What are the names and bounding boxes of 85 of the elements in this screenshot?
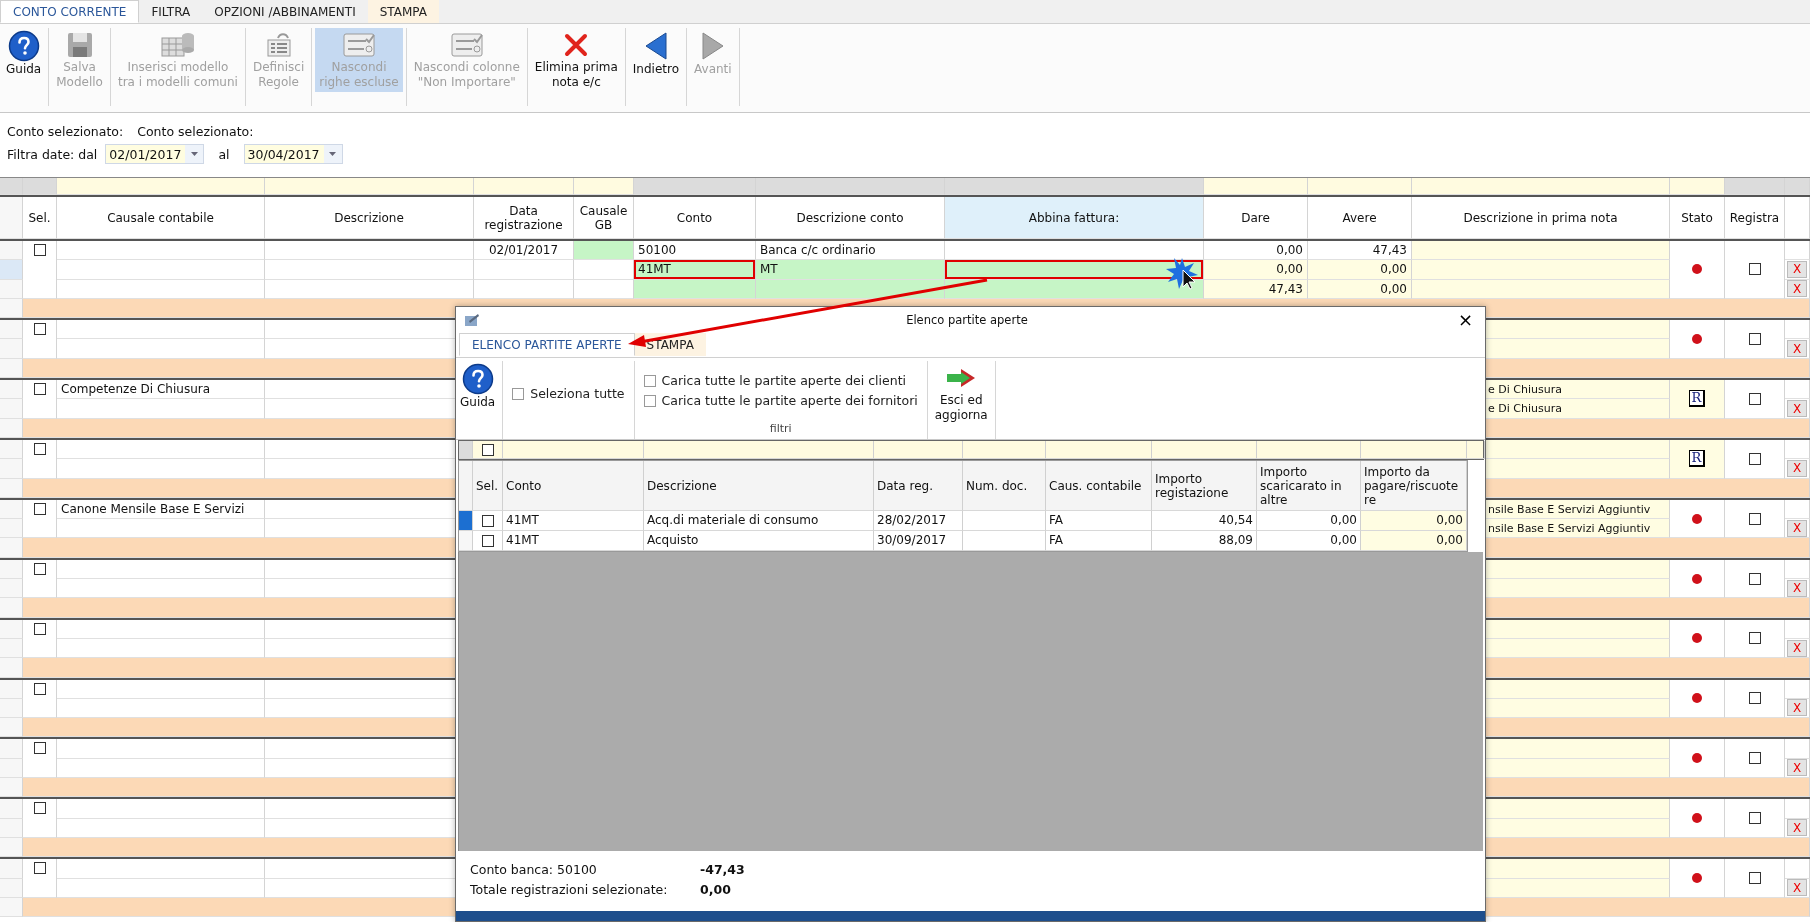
help-button[interactable]: Guida (456, 361, 500, 425)
delete-row-button[interactable]: X (1787, 459, 1807, 477)
table-cell: 41MT (503, 511, 644, 531)
table-cell: 88,09 (1152, 531, 1257, 551)
table-cell: Acq.di materiale di consumo (644, 511, 874, 531)
table-cell: 0,00 (1361, 511, 1467, 531)
status-badge: R (1688, 450, 1706, 468)
delete-row-button[interactable]: X (1787, 579, 1807, 597)
table-cell: Banca c/c ordinario (756, 241, 945, 261)
delete-row-button[interactable]: X (1787, 400, 1807, 418)
delete-row-button[interactable]: X (1787, 519, 1807, 537)
table-cell: 0,00 (1361, 531, 1467, 551)
dialog-title: Elenco partite aperte (905, 313, 1029, 327)
table-cell: 41MT (503, 531, 644, 551)
column-header[interactable]: Abbina fattura: (945, 197, 1204, 239)
column-header[interactable]: Descrizione (644, 461, 874, 511)
delete-row-button[interactable]: X (1787, 260, 1807, 278)
column-header[interactable]: Descrizione (265, 197, 474, 239)
select-all-checkbox[interactable]: Seleziona tutte (512, 386, 625, 401)
delete-row-button[interactable]: X (1787, 879, 1807, 897)
table-cell: 40,54 (1152, 511, 1257, 531)
column-header[interactable]: Importo registazione (1152, 461, 1257, 511)
footer-label: Totale registrazioni selezionate: (470, 881, 669, 897)
tab[interactable]: FILTRA (139, 0, 203, 23)
group-label: filtri (768, 422, 793, 437)
date-filter-label: Filtra date: dal (7, 146, 98, 162)
filter-checkbox[interactable]: Carica tutte le partite aperte dei fornitori (643, 393, 918, 408)
date-to-field[interactable]: 30/04/2017 (243, 144, 343, 164)
date-from-field[interactable]: 02/01/2017 (105, 144, 205, 164)
delete-row-button[interactable]: X (1787, 819, 1807, 837)
column-header[interactable]: Conto (503, 461, 644, 511)
table-cell: 30/09/2017 (874, 531, 963, 551)
delete-row-button[interactable]: X (1787, 699, 1807, 717)
tab[interactable]: CONTO CORRENTE (0, 0, 140, 23)
table-cell: 0,00 (1204, 241, 1308, 261)
column-header[interactable]: Descrizione in prima nota (1412, 197, 1670, 239)
column-header[interactable]: Stato (1670, 197, 1725, 239)
delete-row-button[interactable]: X (1787, 280, 1807, 298)
table-cell: MT (756, 260, 945, 280)
table-cell: 0,00 (1308, 279, 1412, 299)
exit-update-button[interactable]: Esci ed aggiorna (930, 361, 992, 425)
column-header[interactable]: Avere (1308, 197, 1412, 239)
filter-checkbox[interactable]: Carica tutte le partite aperte dei clienti (643, 373, 918, 388)
column-header[interactable]: Importo scaricarato in altre (1257, 461, 1361, 511)
column-header[interactable]: Conto (634, 197, 756, 239)
table-cell: 28/02/2017 (874, 511, 963, 531)
table-cell: 02/01/2017 (474, 241, 574, 261)
table-cell: 0,00 (1204, 260, 1308, 280)
delete-row-button[interactable]: X (1787, 340, 1807, 358)
date-to-label: al (218, 146, 230, 162)
table-cell: Competenze Di Chiusura (57, 380, 265, 400)
toolbar-button[interactable]: Elimina prima nota e/c (530, 28, 622, 92)
column-header[interactable]: Dare (1204, 197, 1308, 239)
column-header[interactable]: Causale GB (574, 197, 634, 239)
account-label: Conto selezionato: (137, 124, 254, 141)
column-header[interactable]: Sel. (473, 461, 503, 511)
footer-label: Conto banca: 50100 (470, 861, 598, 877)
toolbar-button[interactable]: Indietro (628, 28, 684, 92)
table-cell: 47,43 (1204, 279, 1308, 299)
toolbar-button[interactable]: Guida (2, 28, 46, 92)
tab[interactable]: OPZIONI /ABBINAMENTI (202, 0, 368, 23)
table-cell: 47,43 (1308, 241, 1412, 261)
column-header[interactable]: Data registrazione (474, 197, 574, 239)
column-header[interactable]: Causale contabile (57, 197, 265, 239)
column-header[interactable]: Registra (1725, 197, 1785, 239)
footer-value: -47,43 (700, 861, 745, 877)
tab[interactable]: STAMPA (367, 0, 439, 23)
account-label: Conto selezionato: (7, 124, 124, 141)
table-cell: 0,00 (1308, 260, 1412, 280)
column-header[interactable]: Num. doc. (963, 461, 1046, 511)
close-button[interactable]: × (1453, 310, 1477, 330)
table-cell: Acquisto (644, 531, 874, 551)
status-badge: R (1688, 390, 1706, 408)
column-header[interactable]: Sel. (23, 197, 57, 239)
table-cell: FA (1046, 511, 1152, 531)
column-header[interactable]: Data reg. (874, 461, 963, 511)
footer-value: 0,00 (700, 881, 731, 897)
table-cell: Canone Mensile Base E Servizi (57, 499, 265, 520)
column-header[interactable]: Caus. contabile (1046, 461, 1152, 511)
delete-row-button[interactable]: X (1787, 639, 1807, 657)
table-cell: 41MT (634, 260, 756, 280)
table-cell: 50100 (634, 241, 756, 261)
table-cell: FA (1046, 531, 1152, 551)
delete-row-button[interactable]: X (1787, 759, 1807, 777)
tab[interactable]: ELENCO PARTITE APERTE (459, 333, 635, 356)
